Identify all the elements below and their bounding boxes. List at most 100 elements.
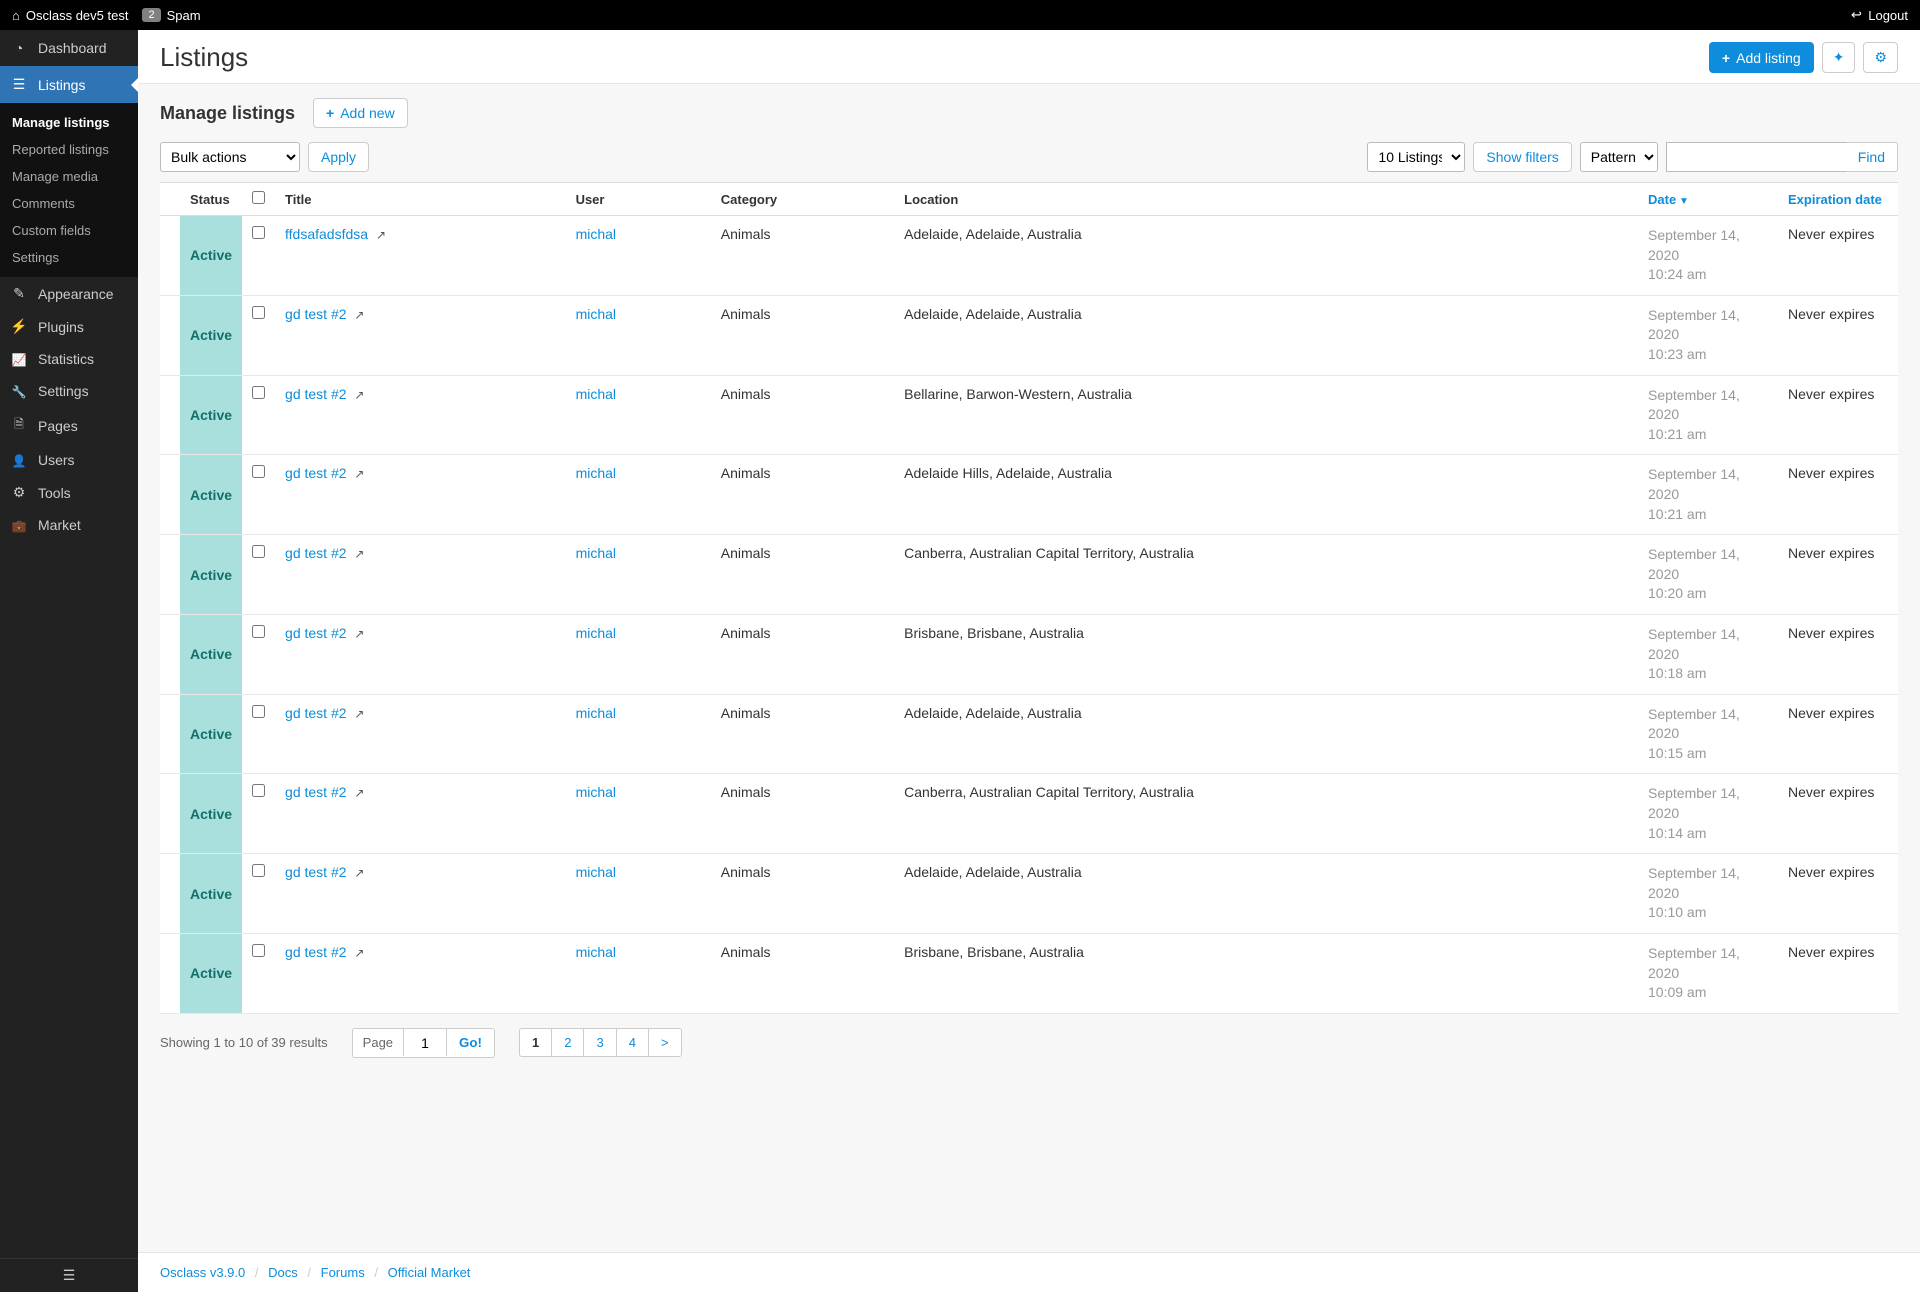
page-number[interactable]: 3 [584, 1029, 616, 1056]
sidebar-item-market[interactable]: Market [0, 509, 138, 541]
search-input[interactable] [1666, 142, 1846, 172]
go-button[interactable]: Go! [446, 1029, 494, 1056]
subnav-reported-listings[interactable]: Reported listings [0, 136, 138, 163]
sidebar-item-dashboard[interactable]: Dashboard [0, 30, 138, 66]
footer-forums[interactable]: Forums [321, 1265, 365, 1280]
footer-docs[interactable]: Docs [268, 1265, 298, 1280]
check-all[interactable] [252, 191, 265, 204]
user-link[interactable]: michal [576, 465, 616, 481]
row-location: Canberra, Australian Capital Territory, … [894, 535, 1638, 615]
user-link[interactable]: michal [576, 864, 616, 880]
listing-title-link[interactable]: gd test #2 [285, 386, 347, 402]
spam-link[interactable]: 2Spam [142, 8, 200, 23]
user-link[interactable]: michal [576, 386, 616, 402]
site-home-link[interactable]: Osclass dev5 test [12, 8, 128, 23]
row-title: gd test #2 [275, 614, 566, 694]
external-link-icon[interactable] [354, 627, 364, 641]
expand-button[interactable] [1822, 42, 1856, 73]
table-row: Activegd test #2 michalAnimalsAdelaide, … [160, 295, 1898, 375]
row-checkbox[interactable] [252, 465, 265, 478]
row-category: Animals [711, 455, 894, 535]
sidebar-item-appearance[interactable]: Appearance [0, 277, 138, 310]
settings-button[interactable] [1863, 42, 1898, 73]
find-button[interactable]: Find [1846, 142, 1898, 172]
sidebar-item-plugins[interactable]: Plugins [0, 310, 138, 343]
external-link-icon[interactable] [376, 228, 386, 242]
page-number[interactable]: 1 [520, 1029, 552, 1056]
user-link[interactable]: michal [576, 944, 616, 960]
sidebar-item-listings[interactable]: Listings [0, 66, 138, 103]
page-input[interactable] [404, 1029, 446, 1057]
footer-version[interactable]: Osclass v3.9.0 [160, 1265, 245, 1280]
row-checkbox[interactable] [252, 784, 265, 797]
col-date[interactable]: Date [1638, 183, 1778, 216]
user-link[interactable]: michal [576, 784, 616, 800]
listing-title-link[interactable]: gd test #2 [285, 864, 347, 880]
row-date: September 14, 202010:14 am [1638, 774, 1778, 854]
subnav-custom-fields[interactable]: Custom fields [0, 217, 138, 244]
listing-title-link[interactable]: gd test #2 [285, 625, 347, 641]
row-checkbox[interactable] [252, 306, 265, 319]
listing-title-link[interactable]: gd test #2 [285, 545, 347, 561]
user-link[interactable]: michal [576, 705, 616, 721]
listing-title-link[interactable]: gd test #2 [285, 306, 347, 322]
subnav-comments[interactable]: Comments [0, 190, 138, 217]
subnav-manage-listings[interactable]: Manage listings [0, 109, 138, 136]
user-link[interactable]: michal [576, 545, 616, 561]
sidebar-item-settings[interactable]: Settings [0, 375, 138, 407]
external-link-icon[interactable] [354, 388, 364, 402]
sidebar-collapse[interactable] [0, 1258, 138, 1292]
page-number[interactable]: 2 [552, 1029, 584, 1056]
row-checkbox[interactable] [252, 226, 265, 239]
bulk-actions-select[interactable]: Bulk actions [160, 142, 300, 172]
external-link-icon[interactable] [354, 547, 364, 561]
page-number[interactable]: 4 [617, 1029, 649, 1056]
add-new-button[interactable]: Add new [313, 98, 408, 128]
row-checkbox[interactable] [252, 705, 265, 718]
sidebar-item-pages[interactable]: Pages [0, 407, 138, 444]
show-filters-button[interactable]: Show filters [1473, 142, 1571, 172]
col-status: Status [180, 183, 242, 216]
user-link[interactable]: michal [576, 306, 616, 322]
subnav-settings[interactable]: Settings [0, 244, 138, 271]
row-checkbox[interactable] [252, 625, 265, 638]
subnav-manage-media[interactable]: Manage media [0, 163, 138, 190]
listing-title-link[interactable]: ffdsafadsfdsa [285, 226, 368, 242]
external-link-icon[interactable] [354, 786, 364, 800]
row-checkbox[interactable] [252, 545, 265, 558]
add-listing-button[interactable]: Add listing [1709, 42, 1814, 73]
pattern-select[interactable]: Pattern [1580, 142, 1658, 172]
external-link-icon[interactable] [354, 467, 364, 481]
listing-title-link[interactable]: gd test #2 [285, 705, 347, 721]
apply-button[interactable]: Apply [308, 142, 369, 172]
page-title: Listings [160, 42, 248, 73]
logout-link[interactable]: Logout [1851, 7, 1908, 23]
move-icon [1833, 49, 1845, 66]
col-expiration[interactable]: Expiration date [1778, 183, 1898, 216]
external-link-icon[interactable] [354, 707, 364, 721]
listing-title-link[interactable]: gd test #2 [285, 465, 347, 481]
row-expiration: Never expires [1778, 614, 1898, 694]
sidebar-item-tools[interactable]: Tools [0, 476, 138, 509]
row-location: Bellarine, Barwon-Western, Australia [894, 375, 1638, 455]
listing-title-link[interactable]: gd test #2 [285, 784, 347, 800]
row-checkbox[interactable] [252, 386, 265, 399]
listing-title-link[interactable]: gd test #2 [285, 944, 347, 960]
row-location: Adelaide, Adelaide, Australia [894, 854, 1638, 934]
sidebar-item-label: Appearance [38, 286, 114, 302]
row-date: September 14, 202010:21 am [1638, 375, 1778, 455]
footer-official-market[interactable]: Official Market [388, 1265, 471, 1280]
external-link-icon[interactable] [354, 866, 364, 880]
sidebar-item-users[interactable]: Users [0, 444, 138, 476]
row-title: ffdsafadsfdsa [275, 216, 566, 296]
sidebar-item-statistics[interactable]: Statistics [0, 343, 138, 375]
row-checkbox[interactable] [252, 944, 265, 957]
count-select[interactable]: 10 Listings [1367, 142, 1465, 172]
external-link-icon[interactable] [354, 308, 364, 322]
page-number[interactable]: > [649, 1029, 681, 1056]
user-link[interactable]: michal [576, 226, 616, 242]
user-link[interactable]: michal [576, 625, 616, 641]
row-checkbox[interactable] [252, 864, 265, 877]
external-link-icon[interactable] [354, 946, 364, 960]
row-status: Active [180, 614, 242, 694]
